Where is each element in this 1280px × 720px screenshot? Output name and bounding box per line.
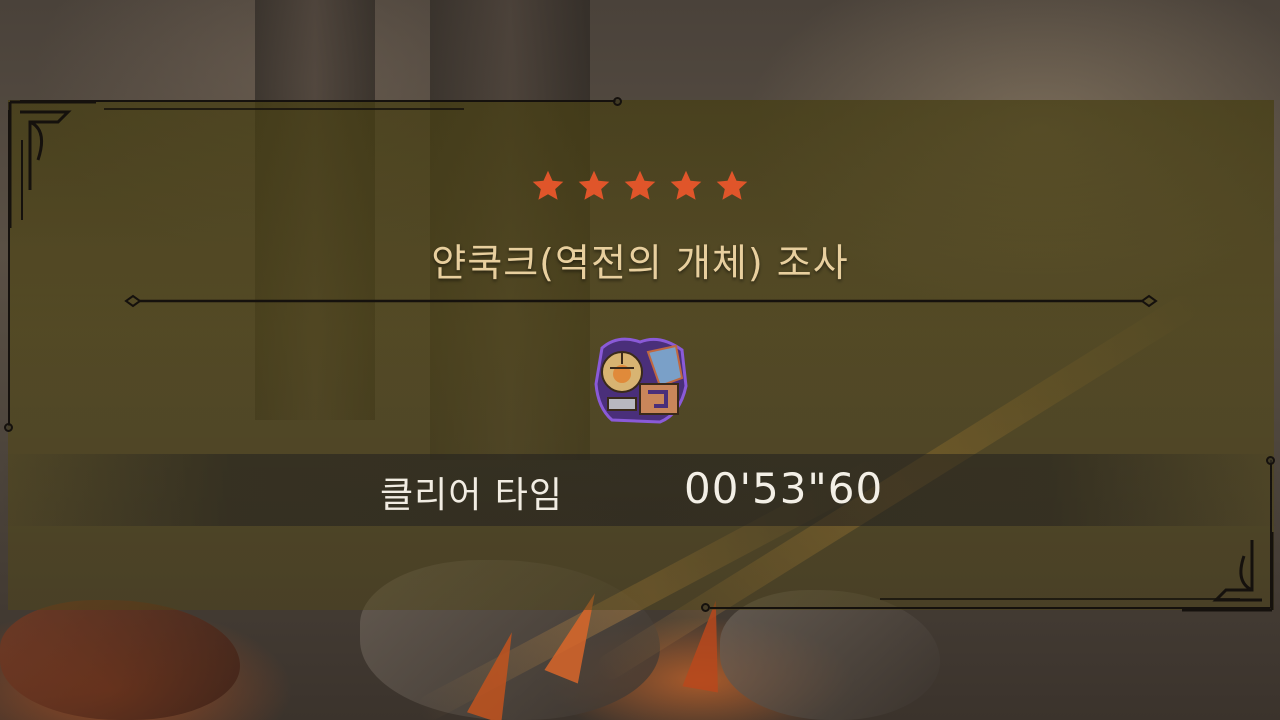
clear-time-bar (0, 454, 1280, 526)
frame-bottom-end-dot (701, 603, 710, 612)
star-icon (578, 170, 610, 200)
quest-complete-screen: 얀쿡크(역전의 개체) 조사 클리어 타임 00'53"60 (0, 0, 1280, 720)
quest-title: 얀쿡크(역전의 개체) 조사 (431, 241, 849, 285)
yian-kut-ku-icon (594, 337, 688, 424)
corner-ornament-bottom-right (1182, 532, 1274, 612)
star-icon (716, 170, 748, 200)
frame-top-line (20, 100, 616, 102)
title-divider (124, 294, 1158, 308)
frame-left-end-dot (4, 423, 13, 432)
star-icon (624, 170, 656, 200)
frame-top-inner-line (104, 108, 464, 110)
clear-time-label: 클리어 타임 (380, 475, 564, 516)
quest-rank-stars (530, 168, 750, 210)
star-icon (670, 170, 702, 200)
clear-time-value: 00'53"60 (684, 464, 884, 513)
frame-top-end-dot (613, 97, 622, 106)
star-icon (532, 170, 564, 200)
corner-ornament-top-left (8, 100, 96, 228)
